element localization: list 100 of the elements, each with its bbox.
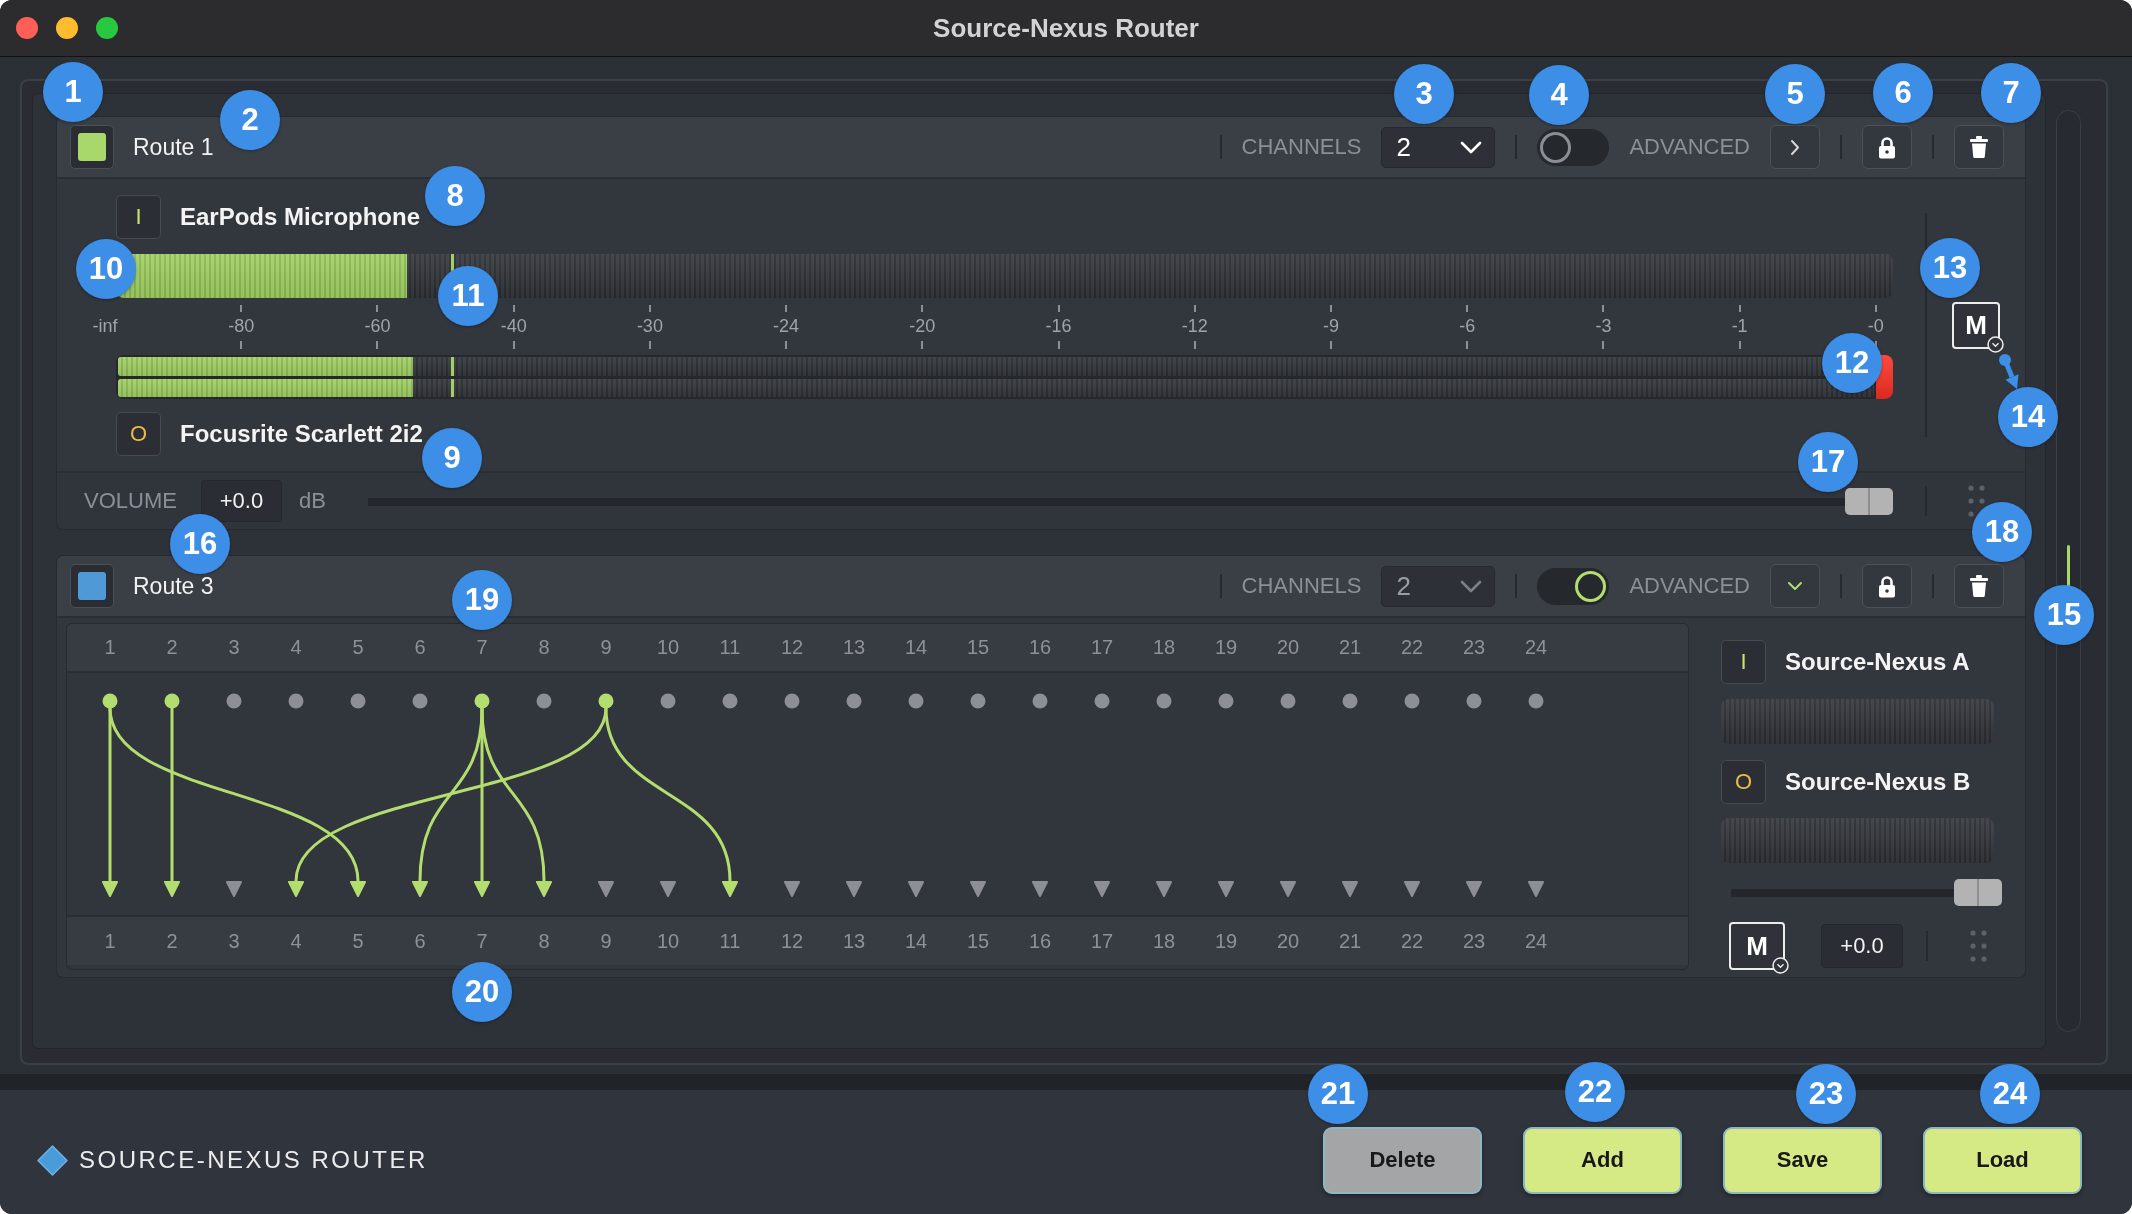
channel-dot-icon[interactable]: [288, 693, 304, 709]
channel-arrow-icon[interactable]: [1466, 881, 1482, 897]
volume-slider-thumb[interactable]: [1954, 879, 2002, 906]
channel-dot-icon[interactable]: [164, 693, 180, 709]
mute-button[interactable]: M: [1729, 922, 1785, 970]
channel-arrow-icon[interactable]: [660, 881, 676, 897]
channel-number: 21: [1338, 929, 1362, 953]
channel-arrow-icon[interactable]: [1280, 881, 1296, 897]
channel-number: 16: [1028, 636, 1052, 659]
channel-number: 3: [228, 929, 240, 953]
channel-arrow-icon[interactable]: [164, 881, 180, 897]
channel-dot-icon[interactable]: [226, 693, 242, 709]
channel-number: 22: [1400, 929, 1424, 953]
volume-slider-thumb[interactable]: [1845, 487, 1893, 515]
scale-label: -inf: [92, 316, 118, 336]
channel-arrow-icon[interactable]: [908, 881, 924, 897]
channel-dot-icon[interactable]: [660, 693, 676, 709]
channel-dot-icon[interactable]: [1218, 693, 1234, 709]
channel-number: 2: [166, 636, 178, 659]
channel-dot-icon[interactable]: [1280, 693, 1296, 709]
channel-dot-icon[interactable]: [598, 693, 614, 709]
advanced-toggle[interactable]: [1537, 128, 1610, 166]
channel-dot-icon[interactable]: [412, 693, 428, 709]
channel-arrow-icon[interactable]: [412, 881, 428, 897]
trash-icon: [1970, 575, 1988, 597]
advanced-toggle[interactable]: [1537, 567, 1610, 605]
channel-number: 11: [719, 636, 741, 659]
channel-number: 18: [1152, 636, 1176, 659]
delete-route-button[interactable]: [1954, 125, 2004, 169]
channel-dot-icon[interactable]: [1342, 693, 1358, 709]
expand-button[interactable]: [1770, 125, 1820, 169]
channel-number: 7: [476, 929, 488, 953]
delete-route-button[interactable]: [1954, 564, 2004, 608]
channel-arrow-icon[interactable]: [536, 881, 552, 897]
chevron-right-icon: [1790, 138, 1800, 156]
channel-arrow-icon[interactable]: [1156, 881, 1172, 897]
channel-dot-icon[interactable]: [1404, 693, 1420, 709]
load-button[interactable]: Load: [1923, 1126, 2082, 1194]
channels-label: CHANNELS: [1241, 573, 1362, 599]
chevron-circle-icon[interactable]: [1987, 335, 2004, 353]
channel-number: 17: [1090, 929, 1114, 953]
channel-arrow-icon[interactable]: [846, 881, 862, 897]
channel-arrow-icon[interactable]: [1032, 881, 1048, 897]
channel-dot-icon[interactable]: [1528, 693, 1544, 709]
channel-arrow-icon[interactable]: [288, 881, 304, 897]
window-close-icon[interactable]: [16, 17, 38, 39]
channel-arrow-icon[interactable]: [226, 881, 242, 897]
channel-dot-icon[interactable]: [908, 693, 924, 709]
channel-number: 23: [1462, 636, 1486, 659]
channel-arrow-icon[interactable]: [1528, 881, 1544, 897]
channel-arrow-icon[interactable]: [598, 881, 614, 897]
channel-dot-icon[interactable]: [102, 693, 118, 709]
channel-arrow-icon[interactable]: [1218, 881, 1234, 897]
channel-number: 14: [904, 636, 928, 659]
lock-button[interactable]: [1862, 564, 1912, 608]
output-device-button[interactable]: O: [1721, 760, 1766, 804]
channel-dot-icon[interactable]: [784, 693, 800, 709]
channel-number: 14: [904, 929, 928, 953]
scale-label: -0: [1867, 316, 1884, 336]
channel-arrow-icon[interactable]: [784, 881, 800, 897]
channel-dot-icon[interactable]: [1032, 693, 1048, 709]
channel-arrow-icon[interactable]: [970, 881, 986, 897]
channel-dot-icon[interactable]: [1094, 693, 1110, 709]
channel-dot-icon[interactable]: [536, 693, 552, 709]
input-device-button[interactable]: I: [1721, 640, 1766, 684]
save-button[interactable]: Save: [1723, 1126, 1882, 1194]
channel-dot-icon[interactable]: [350, 693, 366, 709]
channel-arrow-icon[interactable]: [1404, 881, 1420, 897]
channel-dot-icon[interactable]: [970, 693, 986, 709]
channel-dot-icon[interactable]: [474, 693, 490, 709]
window-minimize-icon[interactable]: [56, 17, 78, 39]
channel-dot-icon[interactable]: [846, 693, 862, 709]
drag-handle-icon[interactable]: [1970, 930, 1987, 962]
color-button[interactable]: [70, 564, 114, 608]
channel-arrow-icon[interactable]: [1342, 881, 1358, 897]
window-zoom-icon[interactable]: [96, 17, 118, 39]
chevron-circle-icon[interactable]: [1772, 957, 1789, 974]
chevron-down-icon: [1460, 140, 1483, 154]
channel-arrow-icon[interactable]: [350, 881, 366, 897]
channel-number: 20: [1276, 636, 1300, 659]
add-button[interactable]: Add: [1523, 1126, 1682, 1194]
lock-button[interactable]: [1862, 125, 1912, 169]
channel-dot-icon[interactable]: [722, 693, 738, 709]
channel-arrow-icon[interactable]: [474, 881, 490, 897]
channel-dot-icon[interactable]: [1156, 693, 1172, 709]
scroll-thumb[interactable]: [2067, 545, 2070, 588]
channel-arrow-icon[interactable]: [722, 881, 738, 897]
channel-arrow-icon[interactable]: [102, 881, 118, 897]
volume-field[interactable]: +0.0: [1821, 924, 1903, 968]
channel-number: 15: [966, 929, 990, 953]
output-device-button[interactable]: O: [116, 412, 161, 456]
color-button[interactable]: [70, 125, 114, 169]
channels-dropdown[interactable]: 2: [1381, 126, 1496, 168]
drag-handle-icon[interactable]: [1967, 485, 1985, 517]
channel-number: 4: [290, 929, 302, 953]
channel-arrow-icon[interactable]: [1094, 881, 1110, 897]
volume-field[interactable]: +0.0: [200, 480, 282, 522]
channel-dot-icon[interactable]: [1466, 693, 1482, 709]
input-device-button[interactable]: I: [116, 195, 161, 239]
mute-button[interactable]: M: [1952, 301, 2000, 349]
